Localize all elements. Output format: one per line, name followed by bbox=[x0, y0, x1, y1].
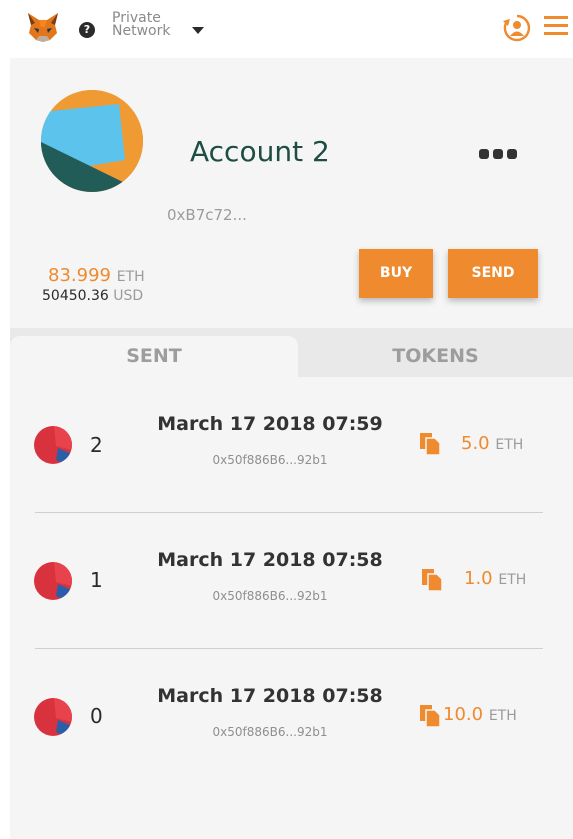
eth-balance-unit: ETH bbox=[116, 269, 145, 285]
transaction-nonce: 1 bbox=[90, 568, 103, 592]
help-icon[interactable]: ? bbox=[79, 22, 95, 38]
transaction-identicon bbox=[34, 562, 72, 600]
transaction-amount: 10.0 ETH bbox=[443, 704, 517, 725]
eth-balance-value: 83.999 bbox=[48, 265, 111, 286]
transaction-nonce: 0 bbox=[90, 704, 103, 728]
transaction-identicon bbox=[34, 426, 72, 464]
chevron-down-icon[interactable] bbox=[192, 27, 204, 34]
transaction-amount-unit: ETH bbox=[495, 437, 524, 453]
transaction-date: March 17 2018 07:58 bbox=[157, 685, 383, 707]
usd-balance-value: 50450.36 bbox=[42, 288, 109, 304]
metamask-fox-icon[interactable] bbox=[26, 11, 60, 43]
copy-document-icon[interactable] bbox=[421, 568, 443, 592]
transaction-list: 2 March 17 2018 07:59 0x50f886B6...92b1 … bbox=[10, 377, 573, 839]
account-switch-icon[interactable] bbox=[502, 13, 532, 43]
transaction-identicon bbox=[34, 698, 72, 736]
transaction-amount-unit: ETH bbox=[498, 572, 527, 588]
transaction-date: March 17 2018 07:58 bbox=[157, 549, 383, 571]
usd-balance-unit: USD bbox=[113, 288, 144, 304]
network-label-line2: Network bbox=[112, 23, 171, 39]
transaction-hash[interactable]: 0x50f886B6...92b1 bbox=[135, 453, 405, 467]
top-bar: ? Private Network bbox=[0, 0, 573, 58]
tab-sent[interactable]: SENT bbox=[10, 336, 298, 377]
transaction-amount: 5.0 ETH bbox=[461, 433, 523, 454]
tab-tokens[interactable]: TOKENS bbox=[298, 336, 573, 377]
eth-balance: 83.999 ETH bbox=[48, 265, 145, 286]
transaction-amount-value: 10.0 bbox=[443, 704, 484, 725]
transaction-amount-value: 1.0 bbox=[464, 568, 493, 589]
account-panel: Account 2 0xB7c72... 83.999 ETH 50450.36… bbox=[10, 58, 573, 328]
more-options-icon[interactable] bbox=[478, 147, 518, 161]
send-button[interactable]: SEND bbox=[448, 249, 538, 298]
transaction-date: March 17 2018 07:59 bbox=[157, 413, 383, 435]
buy-button[interactable]: BUY bbox=[359, 249, 433, 298]
transaction-row[interactable]: 0 March 17 2018 07:58 0x50f886B6...92b1 … bbox=[10, 649, 573, 785]
transaction-amount: 1.0 ETH bbox=[464, 568, 526, 589]
transaction-amount-value: 5.0 bbox=[461, 433, 490, 454]
copy-document-icon[interactable] bbox=[419, 432, 441, 456]
transaction-row[interactable]: 2 March 17 2018 07:59 0x50f886B6...92b1 … bbox=[10, 377, 573, 513]
tab-bar: SENT TOKENS bbox=[10, 328, 573, 377]
usd-balance: 50450.36 USD bbox=[42, 288, 143, 304]
copy-document-icon[interactable] bbox=[419, 704, 441, 728]
transaction-hash[interactable]: 0x50f886B6...92b1 bbox=[135, 589, 405, 603]
account-address[interactable]: 0xB7c72... bbox=[167, 206, 247, 224]
transaction-hash[interactable]: 0x50f886B6...92b1 bbox=[135, 725, 405, 739]
account-name: Account 2 bbox=[190, 135, 330, 168]
hamburger-menu-icon[interactable] bbox=[544, 15, 568, 37]
network-selector[interactable]: Private Network bbox=[112, 11, 192, 39]
transaction-nonce: 2 bbox=[90, 433, 103, 457]
transaction-amount-unit: ETH bbox=[488, 708, 517, 724]
transaction-row[interactable]: 1 March 17 2018 07:58 0x50f886B6...92b1 … bbox=[10, 513, 573, 649]
account-avatar bbox=[41, 90, 143, 192]
